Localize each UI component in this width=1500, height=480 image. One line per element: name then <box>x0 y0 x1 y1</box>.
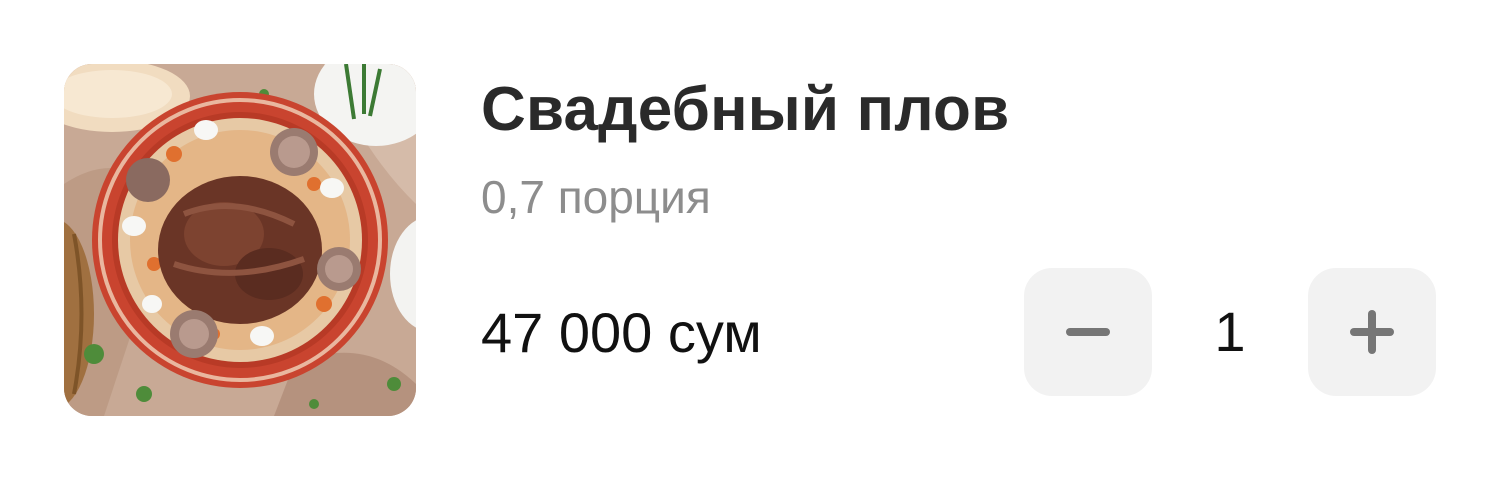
product-image <box>64 64 416 416</box>
increment-button[interactable] <box>1308 268 1436 396</box>
product-portion: 0,7 порция <box>481 171 711 223</box>
product-title: Свадебный плов <box>481 75 1010 144</box>
plus-icon-vertical <box>1368 310 1376 354</box>
cart-item-card: Свадебный плов 0,7 порция 47 000 сум 1 <box>0 0 1500 480</box>
decrement-button[interactable] <box>1024 268 1152 396</box>
quantity-value: 1 <box>1214 300 1246 363</box>
minus-icon <box>1066 328 1110 336</box>
product-price: 47 000 сум <box>481 301 762 364</box>
plov-photo-illustration <box>64 64 416 416</box>
